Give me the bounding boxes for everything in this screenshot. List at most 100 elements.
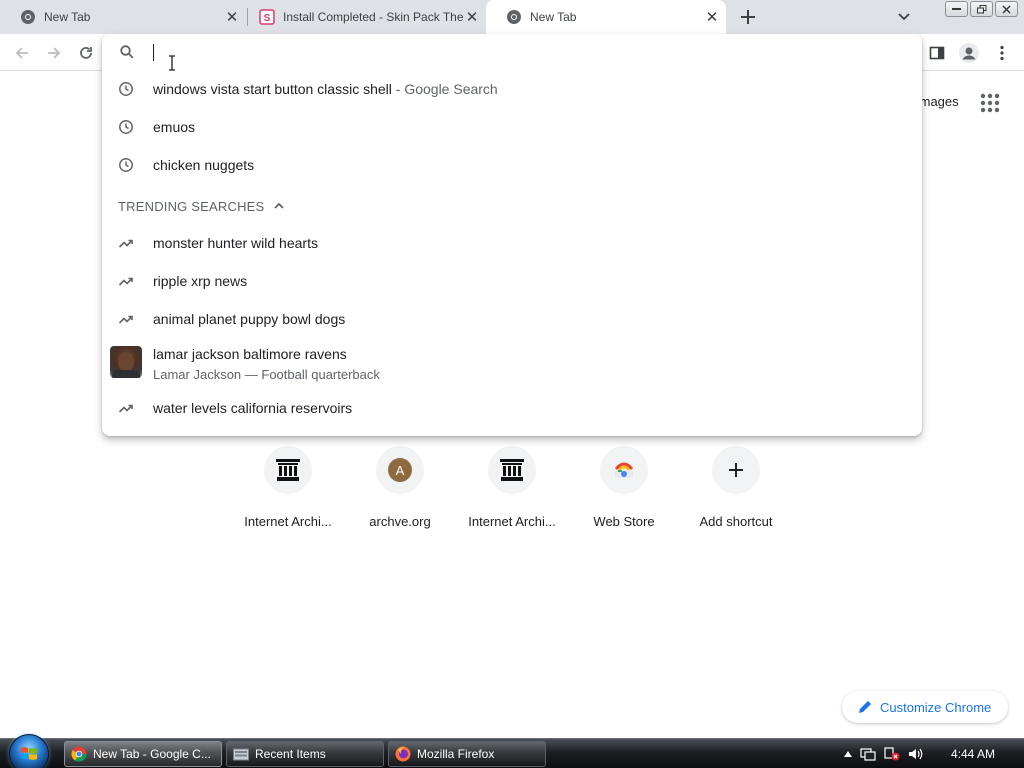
suggestion-history-2[interactable]: emuos [102, 108, 922, 146]
side-panel-icon [929, 46, 945, 60]
suggestion-query: animal planet puppy bowl dogs [153, 311, 346, 327]
taskbar-item-label: Recent Items [255, 747, 326, 761]
close-window-button[interactable] [995, 1, 1018, 17]
shortcut-label: archve.org [369, 514, 431, 529]
plus-icon [729, 463, 743, 477]
profile-button[interactable] [957, 41, 981, 65]
chevron-up-icon [274, 202, 285, 209]
reload-icon [80, 47, 92, 59]
add-shortcut-button[interactable]: Add shortcut [680, 446, 792, 529]
shortcut-tile [488, 446, 536, 494]
windows-logo-icon [21, 747, 37, 760]
suggestion-query: monster hunter wild hearts [153, 235, 318, 251]
suggestion-trending-3[interactable]: animal planet puppy bowl dogs [102, 300, 922, 338]
restore-icon [976, 4, 986, 13]
shortcut-archve-org[interactable]: A archve.org [344, 446, 456, 529]
suggestion-query: ripple xrp news [153, 273, 248, 289]
trending-up-icon [118, 315, 133, 324]
suggestion-trending-2[interactable]: ripple xrp news [102, 262, 922, 300]
tab-search-button[interactable] [894, 8, 914, 26]
minimize-button[interactable] [945, 1, 968, 17]
customize-chrome-button[interactable]: Customize Chrome [842, 691, 1008, 723]
images-link[interactable]: Images [916, 94, 959, 109]
side-panel-button[interactable] [925, 41, 949, 65]
taskbar-item-firefox[interactable]: Mozilla Firefox [388, 741, 546, 767]
suggestion-trending-4[interactable]: water levels california reservoirs [102, 389, 922, 427]
system-clock[interactable]: 4:44 AM [951, 747, 995, 761]
taskbar-item-chrome[interactable]: New Tab - Google C... [64, 741, 222, 767]
firefox-icon [395, 746, 411, 762]
suggestion-query: lamar jackson baltimore ravens [153, 346, 347, 362]
entity-face [118, 352, 134, 372]
close-icon[interactable]: ✕ [464, 9, 480, 26]
shortcut-web-store[interactable]: Web Store [568, 446, 680, 529]
shortcut-label: Internet Archi... [468, 514, 556, 529]
avatar-icon [959, 43, 979, 63]
suggestion-trending-1[interactable]: monster hunter wild hearts [102, 224, 922, 262]
omnibox-input[interactable] [102, 34, 922, 70]
network-error-icon[interactable] [884, 747, 900, 761]
close-icon[interactable]: ✕ [224, 9, 240, 26]
shortcut-label: Web Store [593, 514, 655, 529]
back-button[interactable] [10, 41, 34, 65]
suggestion-text: windows vista start button classic shell… [153, 81, 498, 97]
suggestion-query: chicken nuggets [153, 157, 255, 173]
skinpack-icon: S [259, 9, 275, 25]
tab-new-tab-1[interactable]: New Tab ✕ [0, 0, 246, 34]
shortcut-label: Add shortcut [699, 514, 773, 529]
suggestion-history-1[interactable]: windows vista start button classic shell… [102, 70, 922, 108]
suggestion-history-3[interactable]: chicken nuggets [102, 146, 922, 184]
arrow-left-icon [15, 47, 28, 59]
clock-icon [119, 82, 133, 96]
suggestion-query: water levels california reservoirs [153, 400, 353, 416]
start-button[interactable] [9, 734, 49, 768]
shortcut-tile: A [376, 446, 424, 494]
folder-icon [233, 748, 249, 761]
apps-grid-icon[interactable] [980, 93, 1000, 113]
chevron-down-icon [898, 13, 910, 21]
close-icon [1002, 5, 1011, 13]
taskbar: New Tab - Google C... Recent Items Mozil… [0, 734, 1024, 768]
suggestion-desc: - Google Search [391, 81, 498, 97]
chrome-icon [71, 746, 87, 762]
suggestion-entity[interactable]: lamar jackson baltimore ravens Lamar Jac… [102, 340, 922, 386]
text-cursor-icon [169, 55, 175, 71]
tab-title: New Tab [530, 10, 577, 24]
volume-icon[interactable] [908, 747, 924, 761]
tab-install-completed[interactable]: S Install Completed - Skin Pack The ✕ [239, 0, 486, 34]
archive-icon [500, 459, 524, 481]
action-center-icon[interactable] [860, 747, 876, 761]
menu-button[interactable] [990, 41, 1014, 65]
plus-icon [741, 10, 755, 24]
chrome-icon [507, 10, 521, 24]
entity-shirt [112, 370, 140, 378]
trending-up-icon [118, 239, 133, 248]
close-icon[interactable]: ✕ [704, 9, 720, 26]
forward-button[interactable] [42, 41, 66, 65]
trending-header[interactable]: TRENDING SEARCHES [118, 196, 286, 216]
pencil-icon [859, 701, 871, 713]
shortcut-tile [264, 446, 312, 494]
restore-button[interactable] [970, 1, 993, 17]
tab-title: Install Completed - Skin Pack The [283, 10, 464, 24]
reload-button[interactable] [74, 41, 98, 65]
suggestion-query: emuos [153, 119, 196, 135]
minimize-icon [952, 7, 961, 10]
archive-icon [276, 459, 300, 481]
taskbar-item-recent-items[interactable]: Recent Items [226, 741, 384, 767]
trending-up-icon [118, 404, 133, 413]
shortcut-internet-archive-2[interactable]: Internet Archi... [456, 446, 568, 529]
search-icon [120, 45, 134, 59]
taskbar-item-label: New Tab - Google C... [93, 747, 211, 761]
tab-new-tab-active[interactable]: New Tab ✕ [486, 0, 726, 34]
tab-title: New Tab [44, 10, 91, 24]
webstore-icon [614, 462, 634, 478]
show-hidden-icons-icon[interactable] [844, 751, 852, 757]
svg-text:S: S [264, 13, 271, 24]
suggestion-desc: Lamar Jackson — Football quarterback [153, 367, 380, 382]
new-tab-button[interactable] [736, 5, 760, 29]
chrome-icon [21, 10, 35, 24]
trending-header-label: TRENDING SEARCHES [118, 198, 265, 214]
shortcut-internet-archive-1[interactable]: Internet Archi... [232, 446, 344, 529]
kebab-menu-icon [1000, 45, 1004, 61]
